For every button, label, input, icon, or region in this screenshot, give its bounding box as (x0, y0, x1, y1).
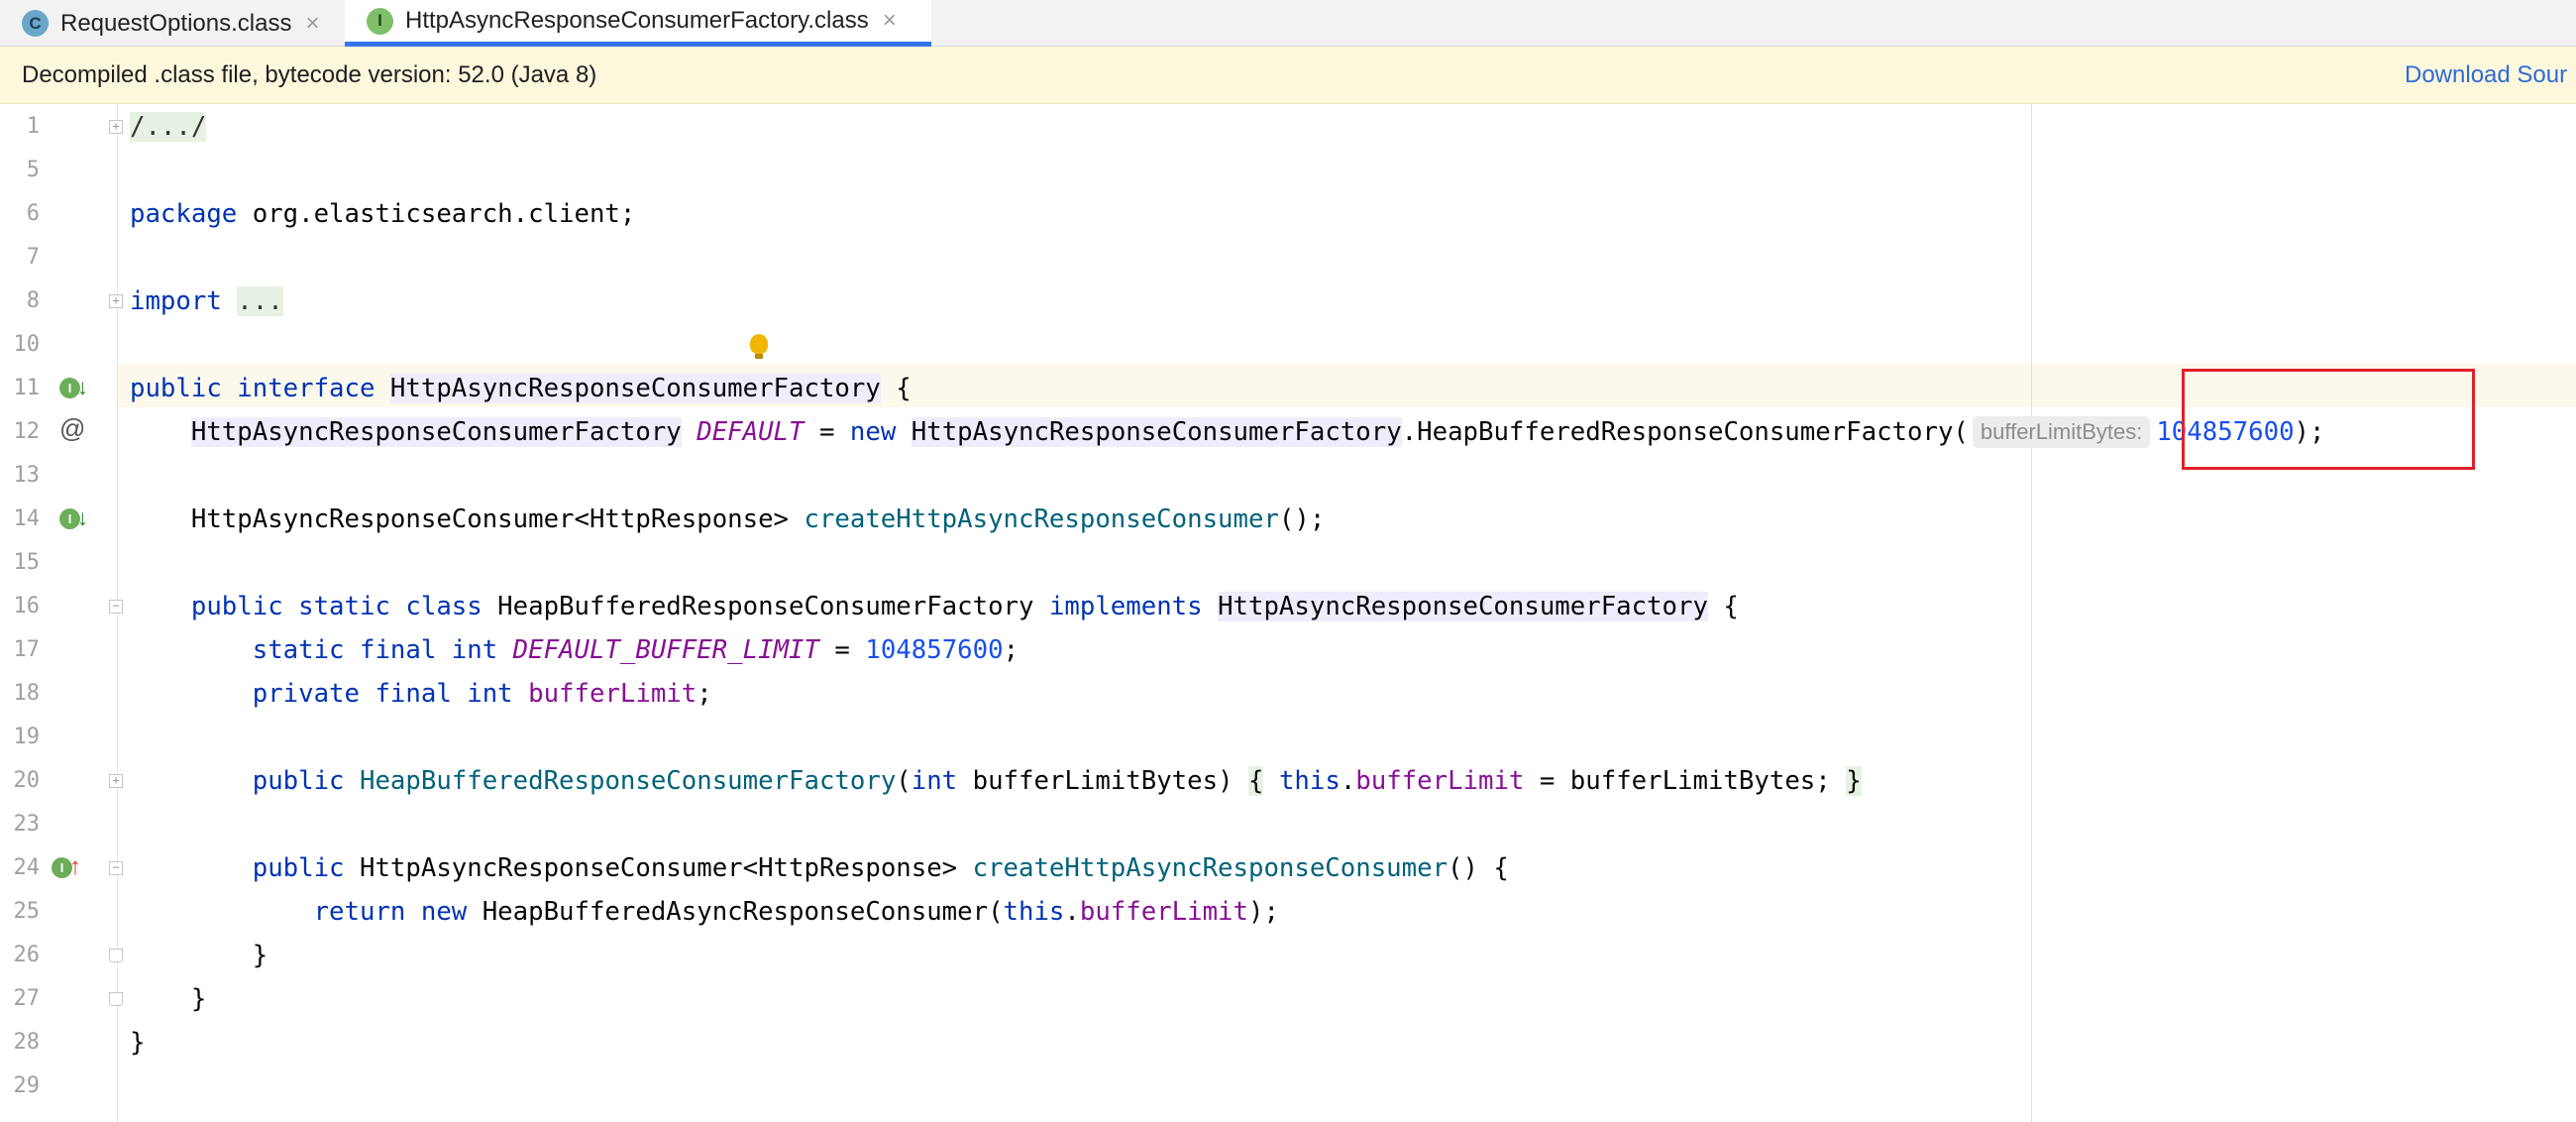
close-icon[interactable]: × (305, 10, 319, 38)
arrow-down-icon[interactable]: ↓ (77, 376, 88, 399)
fold-expand-icon[interactable]: + (109, 774, 123, 788)
folded-imports[interactable]: ... (237, 286, 283, 316)
line-number: 18 (13, 681, 41, 706)
interface-icon: I (367, 7, 393, 35)
folded-header-comment[interactable]: /.../ (130, 112, 207, 142)
code-editor[interactable]: 1 + /.../ 5 6 package org.elasticsearch.… (0, 104, 2576, 1122)
line-number: 28 (13, 1030, 41, 1055)
line-number: 16 (13, 594, 41, 618)
code-line[interactable]: 27 } (0, 977, 2576, 1021)
line-number: 23 (13, 812, 41, 837)
line-number: 8 (26, 288, 40, 313)
class-declaration: public static class HeapBufferedResponse… (190, 592, 1739, 621)
banner-text: Decompiled .class file, bytecode version… (22, 61, 597, 88)
line-number: 25 (13, 899, 41, 924)
method-declaration: HttpAsyncResponseConsumer<HttpResponse> … (190, 505, 1326, 534)
line-number: 15 (13, 550, 41, 575)
buffer-limit-value: 104857600 (2156, 417, 2295, 447)
code-line[interactable]: 7 (0, 236, 2576, 280)
tab-label: HttpAsyncResponseConsumerFactory.class (405, 7, 869, 34)
line-number: 29 (13, 1073, 41, 1098)
line-number: 24 (13, 855, 41, 880)
line-number: 13 (13, 463, 41, 488)
fold-end-icon[interactable] (109, 949, 123, 962)
editor-tab-bar: C RequestOptions.class × I HttpAsyncResp… (0, 0, 2576, 47)
line-number: 20 (13, 768, 41, 793)
code-line[interactable]: 25 return new HeapBufferedAsyncResponseC… (0, 890, 2576, 934)
code-line[interactable]: 1 + /.../ (0, 105, 2576, 149)
field-declaration: private final int bufferLimit; (252, 679, 712, 709)
line-number: 26 (13, 943, 41, 967)
arrow-up-icon[interactable]: ↑ (69, 855, 81, 879)
method-declaration: public HttpAsyncResponseConsumer<HttpRes… (252, 853, 1509, 883)
line-number: 10 (13, 332, 41, 357)
code-line[interactable]: 10 (0, 323, 2576, 367)
line-number: 11 (13, 376, 41, 400)
code-line[interactable]: 24 I ↑ − public HttpAsyncResponseConsume… (0, 846, 2576, 890)
download-sources-link[interactable]: Download Sour (2405, 61, 2567, 89)
tab-request-options[interactable]: C RequestOptions.class × (0, 0, 345, 47)
line-number: 14 (13, 506, 41, 531)
code-line[interactable]: 19 (0, 716, 2576, 759)
constant-declaration: static final int DEFAULT_BUFFER_LIMIT = … (252, 635, 1020, 665)
code-line[interactable]: 15 (0, 541, 2576, 585)
line-number: 27 (13, 986, 41, 1011)
lightbulb-icon[interactable] (750, 334, 768, 359)
line-number: 6 (26, 201, 40, 226)
import-statement: import ... (130, 286, 283, 316)
code-line[interactable]: 28 } (0, 1021, 2576, 1065)
fold-expand-icon[interactable]: + (109, 294, 123, 308)
annotation-icon[interactable]: @ (59, 415, 85, 441)
code-line[interactable]: 29 (0, 1065, 2576, 1108)
code-line[interactable]: 8 + import ... (0, 280, 2576, 323)
constructor-declaration: public HeapBufferedResponseConsumerFacto… (252, 766, 1862, 796)
line-number: 7 (26, 245, 40, 270)
code-line[interactable]: 11 I ↓ public interface HttpAsyncRespons… (0, 367, 2576, 410)
default-field-declaration: HttpAsyncResponseConsumerFactory DEFAULT… (190, 416, 2325, 448)
line-number: 1 (26, 114, 40, 139)
code-line[interactable]: 17 static final int DEFAULT_BUFFER_LIMIT… (0, 628, 2576, 672)
tab-label: RequestOptions.class (60, 9, 292, 37)
arrow-down-icon[interactable]: ↓ (77, 506, 88, 530)
code-line[interactable]: 16 − public static class HeapBufferedRes… (0, 585, 2576, 628)
interface-declaration: public interface HttpAsyncResponseConsum… (130, 374, 912, 403)
parameter-hint: bufferLimitBytes: (1972, 416, 2151, 448)
code-line[interactable]: 23 (0, 803, 2576, 846)
code-line[interactable]: 5 (0, 149, 2576, 192)
line-number: 19 (13, 725, 41, 749)
code-line[interactable]: 12 @ HttpAsyncResponseConsumerFactory DE… (0, 410, 2576, 454)
line-number: 5 (26, 158, 40, 182)
code-line[interactable]: 26 } (0, 934, 2576, 977)
code-line[interactable]: 6 package org.elasticsearch.client; (0, 192, 2576, 236)
fold-end-icon[interactable] (109, 992, 123, 1006)
code-line[interactable]: 14 I ↓ HttpAsyncResponseConsumer<HttpRes… (0, 498, 2576, 541)
close-icon[interactable]: × (883, 7, 897, 35)
class-icon: C (22, 10, 49, 37)
code-line[interactable]: 13 (0, 454, 2576, 498)
ide-window: C RequestOptions.class × I HttpAsyncResp… (0, 0, 2576, 1122)
code-line[interactable]: 20 + public HeapBufferedResponseConsumer… (0, 759, 2576, 803)
fold-expand-icon[interactable]: + (109, 120, 123, 134)
fold-collapse-icon[interactable]: − (109, 861, 123, 875)
package-declaration: package org.elasticsearch.client; (130, 199, 636, 229)
line-number: 17 (13, 637, 41, 662)
decompiled-notice-banner: Decompiled .class file, bytecode version… (0, 47, 2576, 104)
code-lines: 1 + /.../ 5 6 package org.elasticsearch.… (0, 105, 2576, 1108)
tab-http-async-response-consumer-factory[interactable]: I HttpAsyncResponseConsumerFactory.class… (345, 0, 931, 47)
return-statement: return new HeapBufferedAsyncResponseCons… (313, 897, 1279, 927)
line-number: 12 (13, 419, 41, 444)
fold-collapse-icon[interactable]: − (109, 600, 123, 614)
code-line[interactable]: 18 private final int bufferLimit; (0, 672, 2576, 716)
